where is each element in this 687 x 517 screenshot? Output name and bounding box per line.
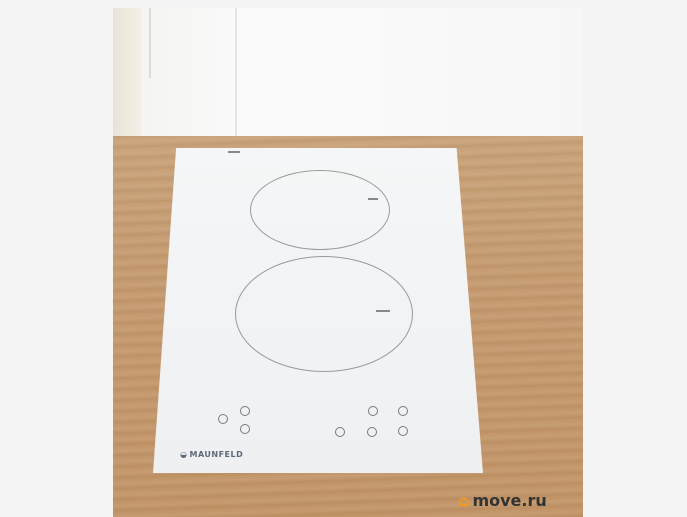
logo-mark — [228, 151, 240, 153]
brand-text: MAUNFELD — [189, 450, 244, 459]
control-icon — [398, 426, 408, 436]
cooking-zone-top — [250, 170, 390, 250]
brand-logo-icon: ◒ — [180, 450, 188, 459]
control-icon — [335, 427, 345, 437]
brand-label: ◒ MAUNFELD — [180, 450, 243, 459]
house-logo-icon: ⌂ — [458, 491, 470, 510]
control-icon — [218, 414, 228, 424]
control-icon — [240, 406, 250, 416]
product-photo: ◒ MAUNFELD — [113, 8, 583, 517]
cabinet-seam — [149, 8, 151, 78]
control-icon — [240, 424, 250, 434]
control-icon — [367, 427, 377, 437]
cooking-zone-bottom — [235, 256, 413, 372]
zone-marker — [368, 198, 378, 200]
zone-marker — [376, 310, 390, 312]
control-icon — [368, 406, 378, 416]
wall-background — [113, 8, 583, 148]
control-icon — [398, 406, 408, 416]
watermark: ⌂ move.ru — [458, 491, 547, 510]
cabinet-seam — [235, 8, 237, 144]
cabinet-edge — [113, 8, 141, 138]
watermark-text: move.ru — [472, 491, 547, 510]
